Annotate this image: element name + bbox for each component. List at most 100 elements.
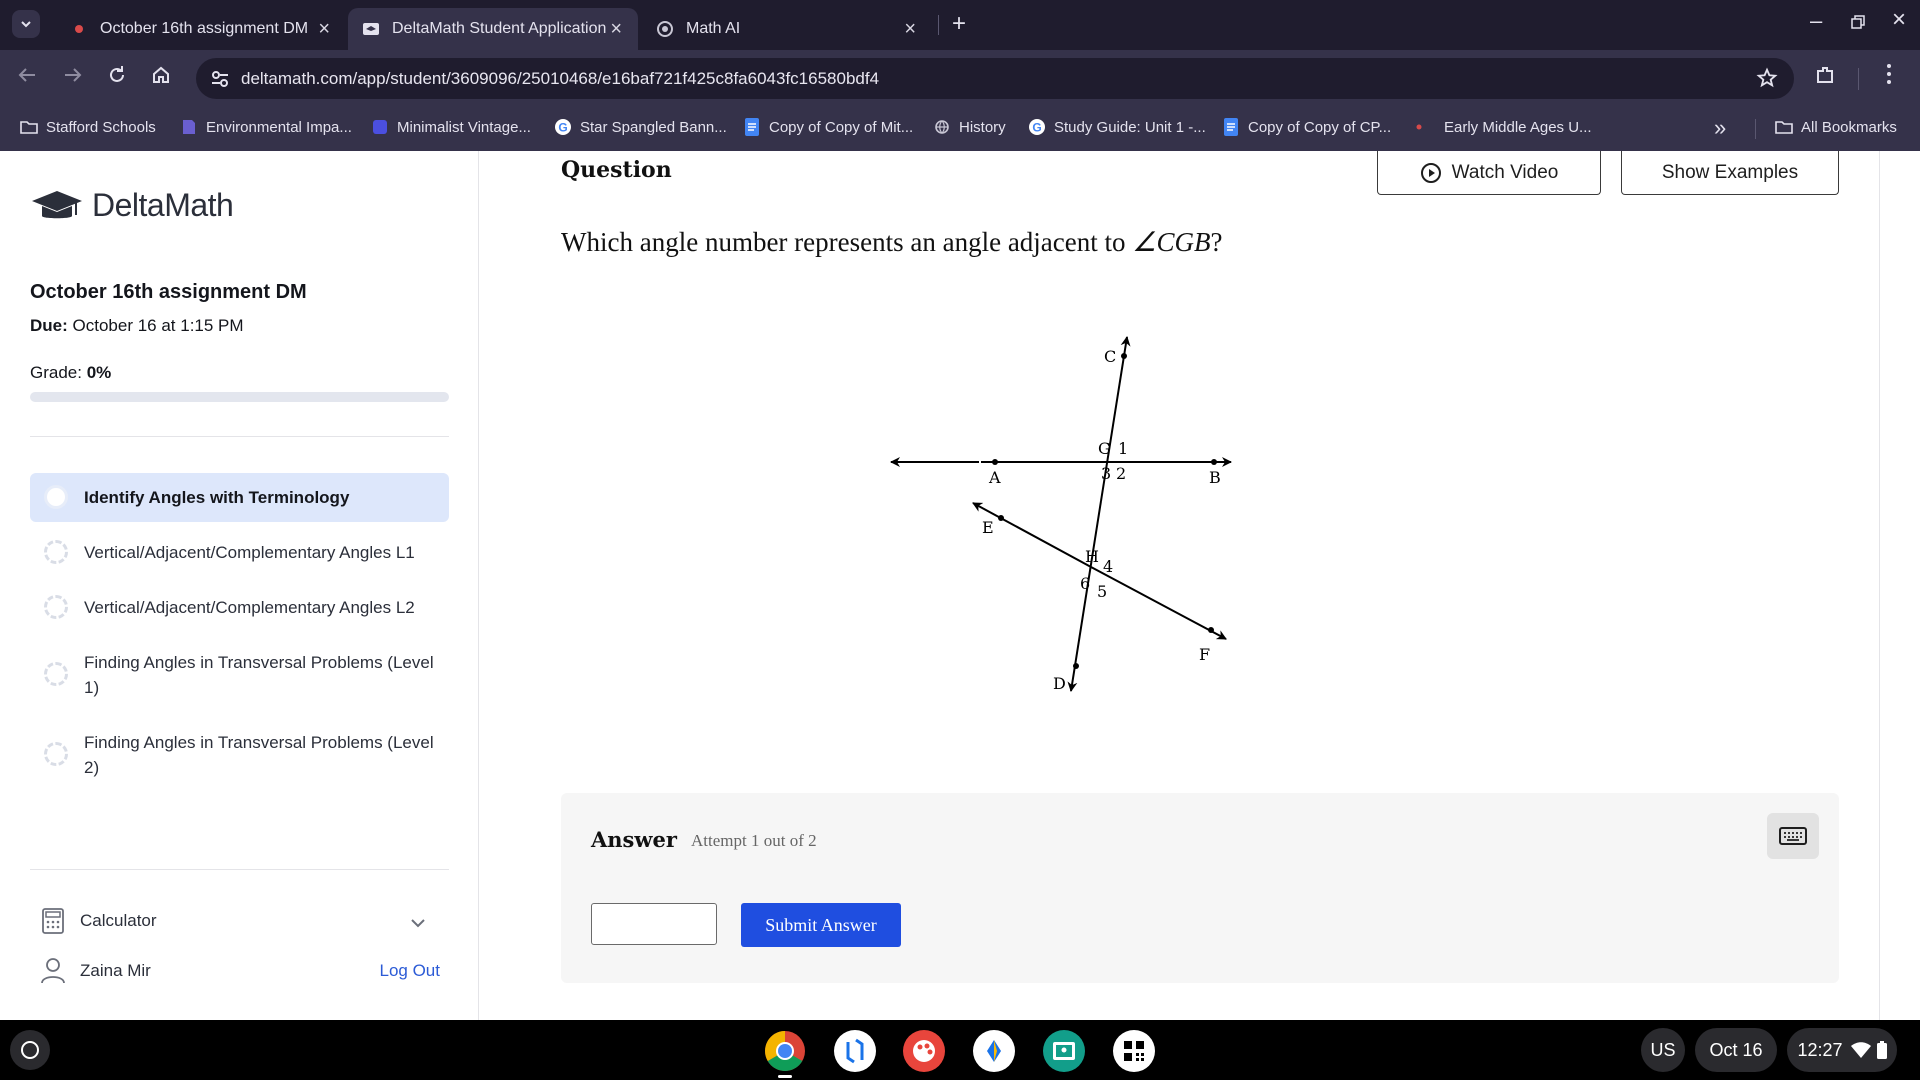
close-tab-icon[interactable]: × [318,19,330,39]
skill-item-transversal-l2[interactable]: Finding Angles in Transversal Problems (… [30,718,449,792]
keyboard-icon [1779,827,1807,845]
progress-ring-icon [44,595,68,619]
bookmark-item[interactable]: Minimalist Vintage... [371,118,531,136]
tab-title: DeltaMath Student Application [392,20,607,37]
date-tray[interactable]: Oct 16 [1695,1028,1777,1072]
deltamath-favicon-icon [70,20,88,38]
bookmark-item[interactable]: G Study Guide: Unit 1 -... [1028,118,1206,136]
show-examples-label: Show Examples [1661,161,1799,183]
bookmark-folder-icon [20,118,38,136]
launcher-button[interactable] [10,1030,50,1070]
active-app-indicator [778,1075,792,1078]
bookmark-star-icon[interactable] [1756,67,1778,94]
doc-icon [180,118,198,136]
label-g: G [1098,439,1111,458]
chevron-down-icon [411,919,425,928]
bookmarks-bar: Stafford Schools Environmental Impa... M… [0,107,1920,151]
paint-app-icon[interactable] [903,1030,945,1072]
close-window-icon[interactable]: × [1892,6,1906,34]
status-tray[interactable]: 12:27 [1787,1028,1897,1072]
bookmark-label: Copy of Copy of CP... [1248,118,1392,136]
bookmark-item[interactable]: Environmental Impa... [180,118,352,136]
deltamath-favicon-icon [362,20,380,38]
skill-item-transversal-l1[interactable]: Finding Angles in Transversal Problems (… [30,638,449,712]
minimize-window-icon[interactable]: – [1810,8,1822,34]
divider [30,436,449,437]
question-prefix: Which angle number represents an angle a… [561,227,1133,257]
answer-input[interactable] [591,903,717,945]
clock-time: 12:27 [1797,1039,1843,1060]
calculator-icon [42,908,64,934]
wifi-icon [1850,1042,1871,1058]
line-ef-down [1090,566,1227,640]
answer-panel: Answer Attempt 1 out of 2 Submit Answer [561,793,1839,983]
keyboard-toggle-button[interactable] [1767,813,1819,859]
launcher-circle-icon [21,1041,39,1059]
google-icon: G [1028,118,1046,136]
toolbar-separator [1858,68,1859,90]
due-label: Due: [30,316,68,335]
watch-video-button[interactable]: Watch Video [1377,151,1601,195]
calculator-toggle[interactable]: Calculator [40,906,440,936]
restore-window-icon[interactable] [1850,10,1866,36]
tab-strip: October 16th assignment DM × DeltaMath S… [0,0,1920,50]
bookmark-item[interactable]: Copy of Copy of Mit... [743,118,913,136]
back-icon[interactable] [16,64,38,92]
logout-link[interactable]: Log Out [380,961,441,981]
close-tab-icon[interactable]: × [610,19,622,39]
skill-item-vertical-adjacent-l2[interactable]: Vertical/Adjacent/Complementary Angles L… [30,583,449,632]
label-1: 1 [1118,439,1128,458]
bookmark-item[interactable]: Early Middle Ages U... [1410,118,1592,136]
bookmark-item[interactable]: Copy of Copy of CP... [1222,118,1391,136]
url-text[interactable]: deltamath.com/app/student/3609096/250104… [241,69,879,89]
tab-search-button[interactable] [12,10,40,38]
calculator-label: Calculator [80,911,157,930]
submit-answer-button[interactable]: Submit Answer [741,903,901,947]
angle-diagram: C G 1 3 2 A B E H 4 6 5 F D [890,336,1232,693]
bookmark-item[interactable]: History [933,118,1006,136]
tab-october-assignment[interactable]: October 16th assignment DM × [56,8,346,50]
skill-item-identify-angles[interactable]: Identify Angles with Terminology [30,473,449,522]
tab-title: October 16th assignment DM [100,20,309,37]
label-b: B [1209,468,1221,487]
tab-deltamath-student[interactable]: DeltaMath Student Application × [348,8,638,50]
show-examples-button[interactable]: Show Examples [1621,151,1839,195]
svg-text:G: G [558,121,567,135]
question-math: ∠CGB [1132,227,1211,257]
classroom-app-icon[interactable] [1043,1030,1085,1072]
deltamath-logo[interactable]: DeltaMath [30,187,234,224]
drive-app-icon[interactable] [973,1030,1015,1072]
bookmark-label: Minimalist Vintage... [397,118,531,136]
qr-code-app-icon[interactable] [1113,1030,1155,1072]
problem-panel: Question Watch Video Show Examples Which… [521,151,1880,1020]
reload-icon[interactable] [106,64,128,92]
forward-icon[interactable] [62,64,84,92]
more-bookmarks-icon[interactable]: » [1714,115,1726,141]
bookmarks-separator [1755,119,1756,139]
bookmark-item[interactable]: G Star Spangled Bann... [554,118,727,136]
bookmark-label: Star Spangled Bann... [580,118,727,136]
home-icon[interactable] [150,64,172,92]
new-tab-button[interactable]: + [952,10,966,38]
chrome-app-icon[interactable] [764,1030,806,1072]
input-method-indicator[interactable]: US [1641,1028,1685,1072]
bookmark-item[interactable]: Stafford Schools [20,118,156,136]
extensions-icon[interactable] [1814,64,1836,92]
grade-value: 0% [86,363,112,382]
tab-math-ai[interactable]: Math AI × [642,8,932,50]
bookmark-label: History [959,118,1006,136]
point-f [1208,627,1214,633]
google-icon: G [554,118,572,136]
all-bookmarks-button[interactable]: All Bookmarks [1775,118,1897,136]
site-info-icon[interactable] [210,69,230,94]
skill-item-vertical-adjacent-l1[interactable]: Vertical/Adjacent/Complementary Angles L… [30,528,449,577]
close-tab-icon[interactable]: × [904,19,916,39]
battery-icon [1876,1041,1887,1059]
point-a [992,459,998,465]
label-c: C [1104,347,1116,366]
more-menu-icon[interactable] [1886,62,1892,92]
grade: Grade: 0% [30,363,111,383]
address-bar[interactable]: deltamath.com/app/student/3609096/250104… [196,58,1794,99]
files-app-icon[interactable] [834,1030,876,1072]
skill-label: Vertical/Adjacent/Complementary Angles L… [84,543,415,562]
